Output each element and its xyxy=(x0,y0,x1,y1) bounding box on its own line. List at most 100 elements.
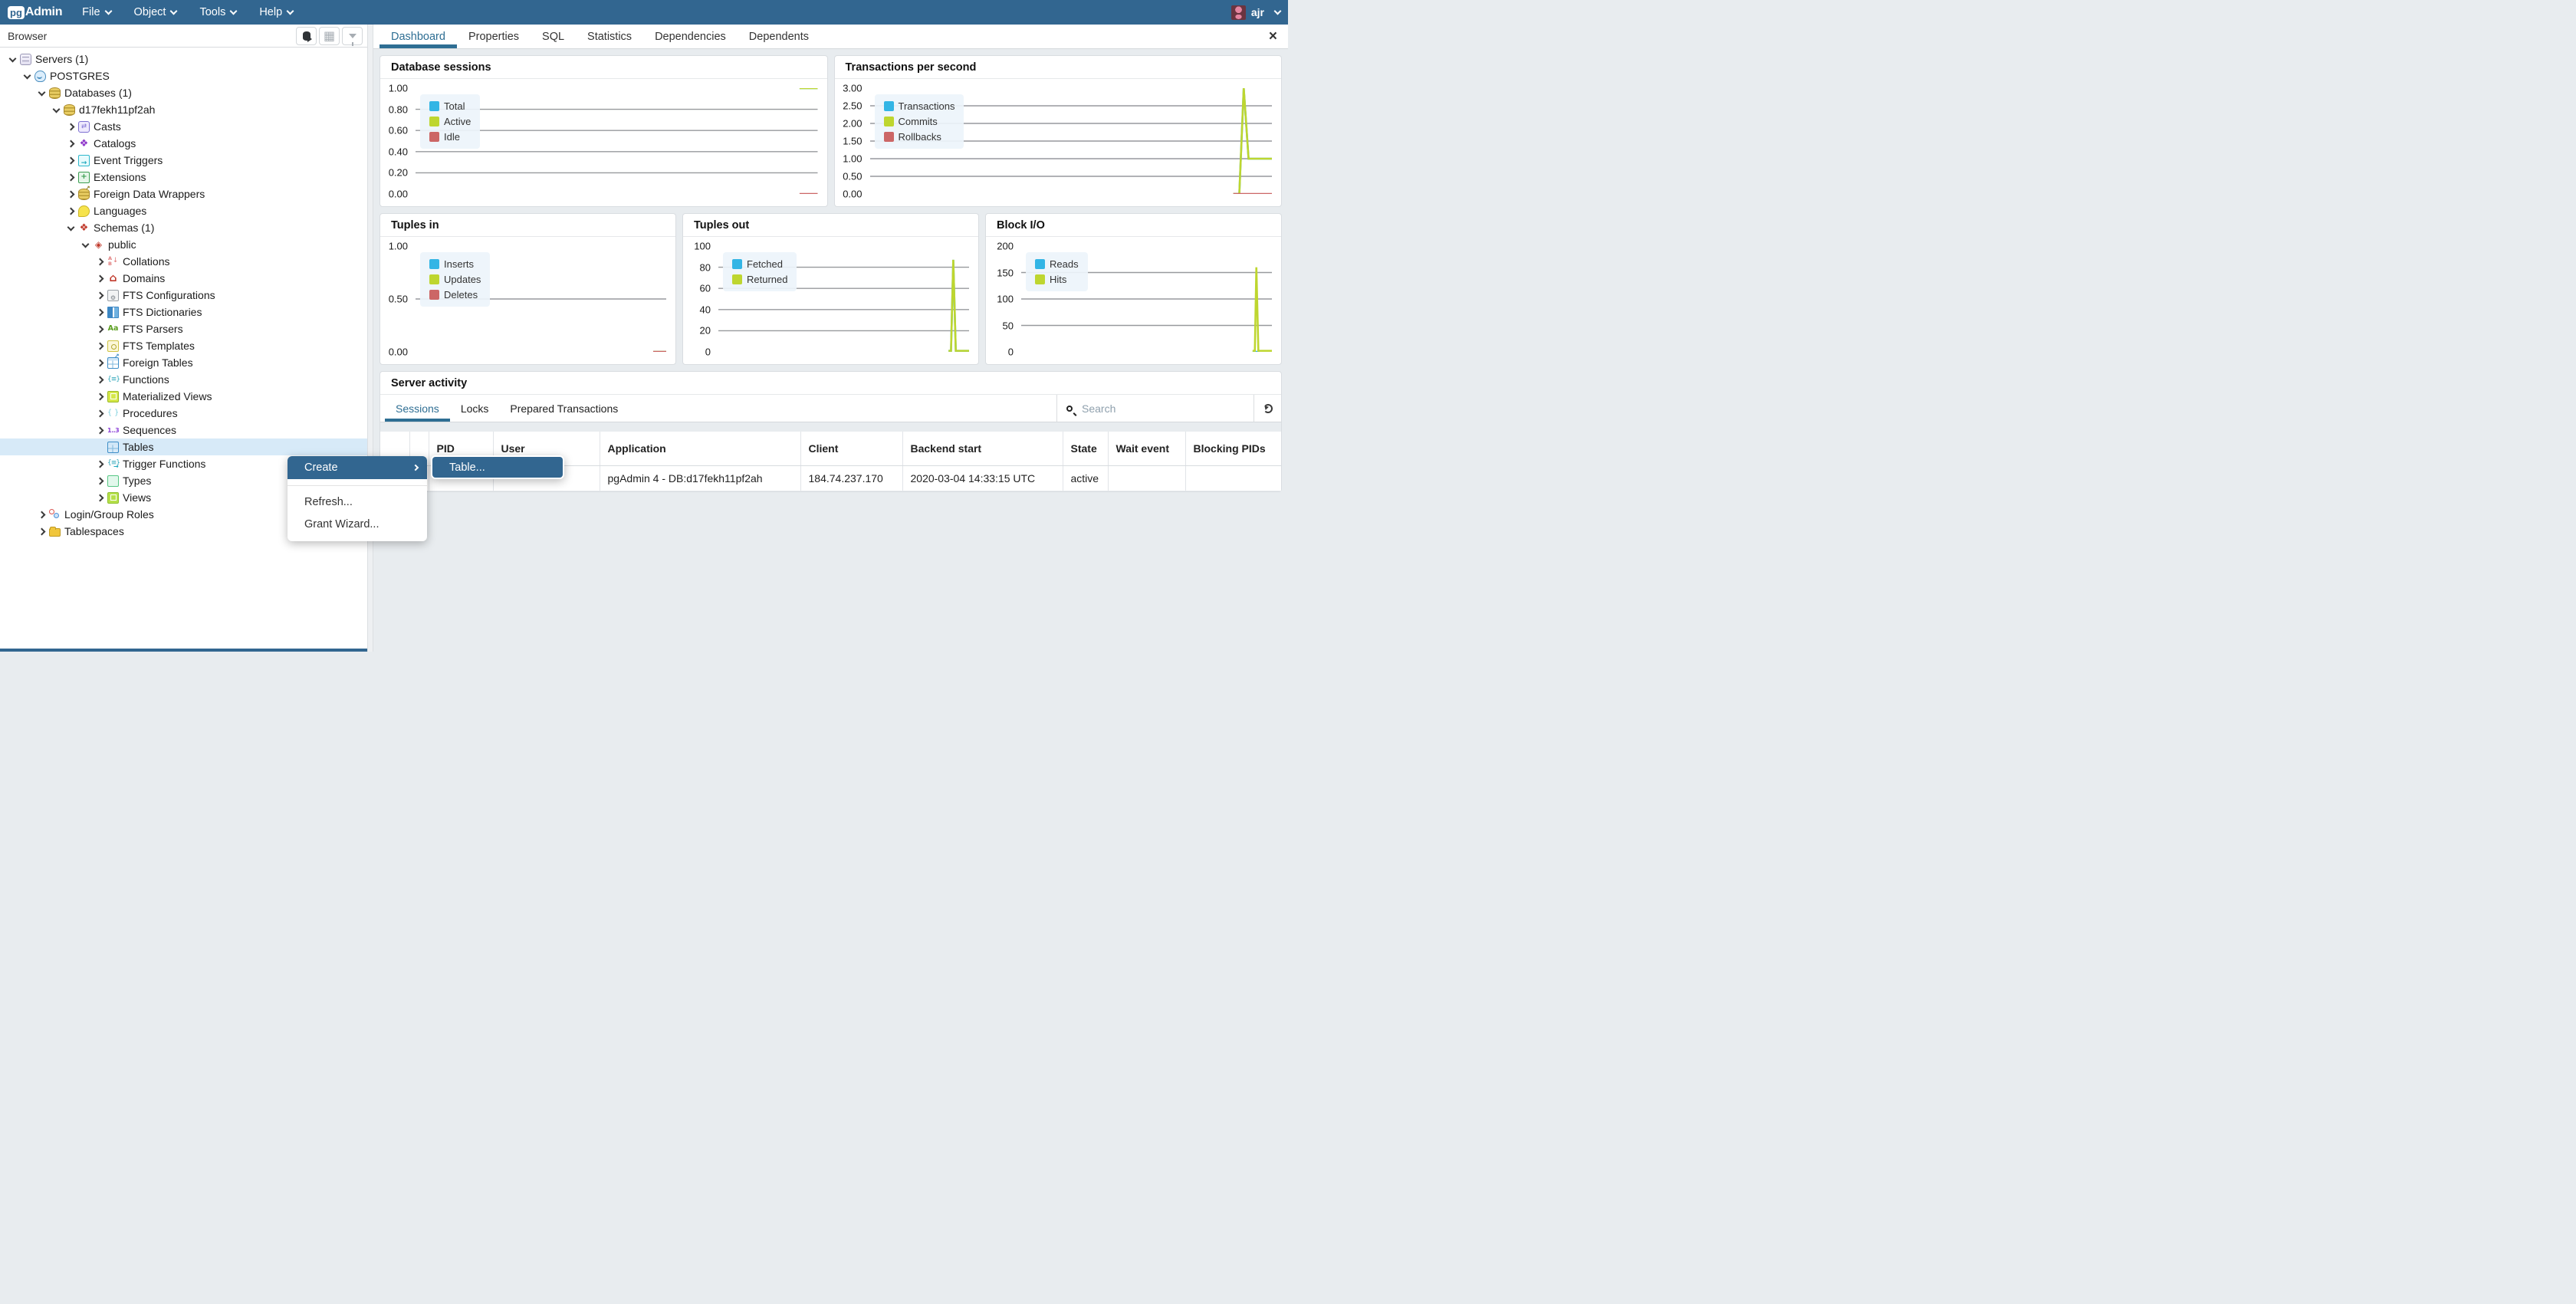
tree-item-procedures[interactable]: Procedures xyxy=(0,405,367,422)
tree-item-d17fekh11pf2ah[interactable]: d17fekh11pf2ah xyxy=(0,101,367,118)
chevron-down-icon xyxy=(170,7,178,15)
expand-chevron-icon[interactable] xyxy=(94,374,106,386)
server-activity-tab-prepared-transactions[interactable]: Prepared Transactions xyxy=(499,395,629,422)
tree-item-schemas-1[interactable]: Schemas (1) xyxy=(0,219,367,236)
server-activity-tab-locks[interactable]: Locks xyxy=(450,395,500,422)
tree-item-collations[interactable]: Collations xyxy=(0,253,367,270)
collapse-chevron-icon[interactable] xyxy=(80,239,91,251)
tree-item-fts-dictionaries[interactable]: FTS Dictionaries xyxy=(0,304,367,320)
tree-item-foreign-tables[interactable]: Foreign Tables xyxy=(0,354,367,371)
collapse-chevron-icon[interactable] xyxy=(65,222,77,234)
y-tick-label: 0.00 xyxy=(389,347,408,358)
column-header-blocking-pids[interactable]: Blocking PIDs xyxy=(1185,432,1281,465)
menubar-item-object[interactable]: Object xyxy=(134,6,177,18)
context-menu-item-create[interactable]: Create xyxy=(288,456,427,479)
tab-statistics[interactable]: Statistics xyxy=(576,25,643,48)
tree-item-tables[interactable]: Tables xyxy=(0,438,367,455)
collapse-chevron-icon[interactable] xyxy=(21,71,33,82)
column-header-application[interactable]: Application xyxy=(600,432,800,465)
menubar-item-file[interactable]: File xyxy=(82,6,110,18)
chart-row-2: Tuples in 1.000.500.00InsertsUpdatesDele… xyxy=(380,213,1282,365)
tab-dashboard[interactable]: Dashboard xyxy=(380,25,457,48)
tree-item-casts[interactable]: Casts xyxy=(0,118,367,135)
collapse-chevron-icon[interactable] xyxy=(36,87,48,99)
expand-chevron-icon[interactable] xyxy=(94,425,106,436)
chevron-down-icon xyxy=(287,7,294,15)
column-header-client[interactable]: Client xyxy=(800,432,902,465)
expand-chevron-icon[interactable] xyxy=(94,273,106,284)
close-panel-icon[interactable]: × xyxy=(1264,30,1282,44)
legend-item-deletes: Deletes xyxy=(429,289,481,301)
expand-chevron-icon[interactable] xyxy=(65,155,77,166)
tree-item-languages[interactable]: Languages xyxy=(0,202,367,219)
tree-item-fts-parsers[interactable]: FTS Parsers xyxy=(0,320,367,337)
expand-chevron-icon[interactable] xyxy=(94,340,106,352)
tree-item-catalogs[interactable]: Catalogs xyxy=(0,135,367,152)
tree-item-domains[interactable]: Domains xyxy=(0,270,367,287)
search-input[interactable] xyxy=(1082,402,1244,415)
tree-item-label: Servers (1) xyxy=(35,53,88,65)
expand-chevron-icon[interactable] xyxy=(65,121,77,133)
expand-chevron-icon[interactable] xyxy=(94,290,106,301)
expand-chevron-icon[interactable] xyxy=(94,408,106,419)
expand-chevron-icon[interactable] xyxy=(36,526,48,537)
views-icon xyxy=(107,492,119,504)
tree-item-label: POSTGRES xyxy=(50,70,110,82)
context-menu-item-refresh[interactable]: Refresh... xyxy=(288,491,427,513)
expand-chevron-icon[interactable] xyxy=(65,189,77,200)
tree-item-fts-templates[interactable]: FTS Templates xyxy=(0,337,367,354)
refresh-button[interactable] xyxy=(1254,395,1281,422)
column-header-state[interactable]: State xyxy=(1063,432,1108,465)
tree-item-materialized-views[interactable]: Materialized Views xyxy=(0,388,367,405)
tree-item-servers-1[interactable]: Servers (1) xyxy=(0,51,367,67)
menubar-item-help[interactable]: Help xyxy=(259,6,293,18)
tree-item-extensions[interactable]: Extensions xyxy=(0,169,367,186)
horizontal-scrollbar-thumb[interactable] xyxy=(0,649,367,652)
expand-chevron-icon[interactable] xyxy=(94,307,106,318)
expand-chevron-icon[interactable] xyxy=(94,391,106,402)
view-data-button[interactable]: ▦ xyxy=(319,27,340,45)
tree-item-functions[interactable]: Functions xyxy=(0,371,367,388)
expand-chevron-icon[interactable] xyxy=(65,172,77,183)
context-menu-item-grant-wizard[interactable]: Grant Wizard... xyxy=(288,513,427,535)
expand-chevron-icon[interactable] xyxy=(94,256,106,268)
server-activity-tab-sessions[interactable]: Sessions xyxy=(385,395,450,422)
tree-item-databases-1[interactable]: Databases (1) xyxy=(0,84,367,101)
tree-item-event-triggers[interactable]: Event Triggers xyxy=(0,152,367,169)
expand-chevron-icon[interactable] xyxy=(36,509,48,521)
expand-chevron-icon[interactable] xyxy=(94,475,106,487)
menubar-item-tools[interactable]: Tools xyxy=(199,6,236,18)
tree-item-postgres[interactable]: POSTGRES xyxy=(0,67,367,84)
search-box[interactable] xyxy=(1056,395,1254,422)
query-tool-button[interactable] xyxy=(296,27,317,45)
menu-item-label: Refresh... xyxy=(304,496,353,508)
expand-chevron-icon[interactable] xyxy=(65,138,77,149)
legend-swatch xyxy=(884,101,894,111)
expand-chevron-icon[interactable] xyxy=(94,492,106,504)
column-header-backend-start[interactable]: Backend start xyxy=(902,432,1063,465)
tab-dependents[interactable]: Dependents xyxy=(738,25,820,48)
expand-chevron-icon[interactable] xyxy=(65,205,77,217)
tree-item-sequences[interactable]: Sequences xyxy=(0,422,367,438)
legend-label: Deletes xyxy=(444,289,478,301)
tree-item-label: Trigger Functions xyxy=(123,458,205,470)
tab-sql[interactable]: SQL xyxy=(531,25,576,48)
tree-item-label: Foreign Tables xyxy=(123,356,193,369)
tree-item-fts-configurations[interactable]: FTS Configurations xyxy=(0,287,367,304)
tree-item-foreign-data-wrappers[interactable]: Foreign Data Wrappers xyxy=(0,186,367,202)
user-menu[interactable]: ajr xyxy=(1231,5,1280,20)
submenu-item-table[interactable]: Table... xyxy=(432,457,563,478)
expand-chevron-icon[interactable] xyxy=(94,324,106,335)
panel-resize-handle[interactable] xyxy=(367,25,373,652)
collapse-chevron-icon[interactable] xyxy=(51,104,62,116)
filtered-rows-button[interactable] xyxy=(342,27,363,45)
column-header-wait-event[interactable]: Wait event xyxy=(1108,432,1185,465)
expand-chevron-icon[interactable] xyxy=(94,357,106,369)
collapse-chevron-icon[interactable] xyxy=(7,54,18,65)
main-panel: DashboardPropertiesSQLStatisticsDependen… xyxy=(373,25,1288,652)
expand-chevron-icon[interactable] xyxy=(94,458,106,470)
tab-dependencies[interactable]: Dependencies xyxy=(643,25,738,48)
collations-icon xyxy=(107,256,119,268)
tab-properties[interactable]: Properties xyxy=(457,25,531,48)
tree-item-public[interactable]: public xyxy=(0,236,367,253)
